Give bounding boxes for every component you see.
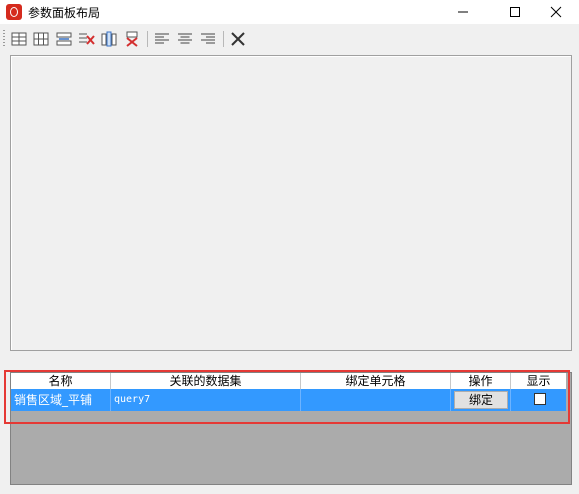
merge-rows-icon	[56, 32, 72, 46]
delete-rows-button[interactable]	[78, 30, 96, 48]
maximize-button[interactable]	[492, 0, 538, 24]
insert-row-button[interactable]	[10, 30, 28, 48]
delete-columns-button[interactable]	[123, 30, 141, 48]
align-right-button[interactable]	[199, 30, 217, 48]
param-name-cell[interactable]: 销售区域_平铺	[11, 389, 111, 411]
dataset-cell[interactable]: query7	[111, 389, 301, 411]
bind-button[interactable]: 绑定	[454, 391, 508, 409]
show-checkbox[interactable]	[534, 393, 546, 405]
app-logo-icon	[6, 4, 22, 20]
column-header-bound-cell[interactable]: 绑定单元格	[301, 373, 451, 389]
parameter-table: 名称 关联的数据集 绑定单元格 操作 显示 销售区域_平铺 query7 绑定	[11, 373, 566, 411]
delete-columns-icon	[126, 31, 138, 47]
insert-row-icon	[11, 32, 27, 46]
align-center-icon	[178, 33, 192, 44]
align-right-icon	[201, 33, 215, 44]
layout-preview-panel[interactable]	[10, 55, 572, 351]
maximize-icon	[510, 7, 520, 17]
bound-cell[interactable]	[301, 389, 451, 411]
close-button[interactable]	[533, 0, 579, 24]
table-header: 名称 关联的数据集 绑定单元格 操作 显示	[11, 373, 566, 389]
clear-button[interactable]	[229, 30, 247, 48]
insert-column-icon	[33, 32, 49, 46]
insert-columns-button[interactable]	[100, 30, 118, 48]
minimize-button[interactable]	[440, 0, 486, 24]
toolbar-separator	[147, 31, 148, 47]
title-bar[interactable]: 参数面板布局	[0, 0, 579, 24]
column-header-name[interactable]: 名称	[11, 373, 111, 389]
toolbar-grip[interactable]	[3, 30, 5, 48]
align-left-icon	[155, 33, 169, 44]
toolbar	[0, 26, 579, 52]
clear-icon	[231, 32, 245, 46]
insert-column-button[interactable]	[32, 30, 50, 48]
column-header-show[interactable]: 显示	[511, 373, 566, 389]
minimize-icon	[458, 11, 468, 13]
column-header-dataset[interactable]: 关联的数据集	[111, 373, 301, 389]
align-center-button[interactable]	[176, 30, 194, 48]
insert-columns-icon	[101, 31, 117, 47]
align-left-button[interactable]	[153, 30, 171, 48]
merge-rows-button[interactable]	[55, 30, 73, 48]
delete-rows-icon	[79, 33, 95, 45]
column-header-action[interactable]: 操作	[451, 373, 511, 389]
table-row[interactable]: 销售区域_平铺 query7 绑定	[11, 389, 566, 411]
action-cell: 绑定	[451, 389, 511, 411]
window-title: 参数面板布局	[28, 6, 101, 20]
toolbar-separator	[223, 31, 224, 47]
show-cell	[511, 389, 566, 411]
close-icon	[550, 6, 562, 18]
